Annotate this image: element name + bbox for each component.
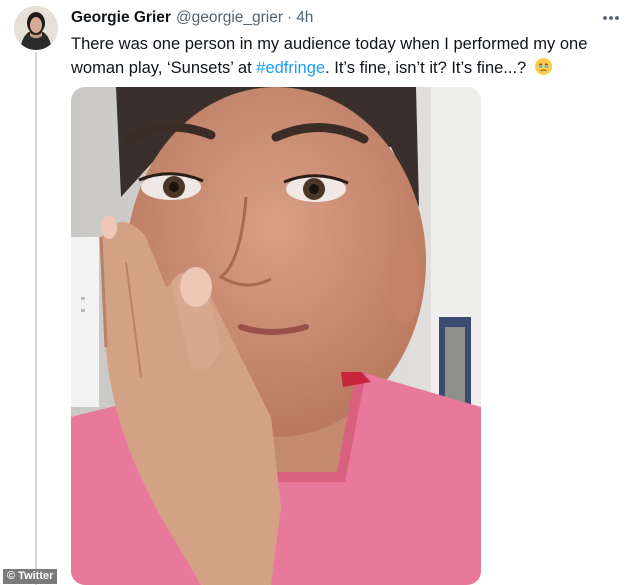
- avatar[interactable]: [14, 6, 58, 50]
- image-credit: © Twitter: [3, 569, 58, 584]
- more-options-icon: [603, 16, 619, 20]
- tweet-photo[interactable]: [71, 87, 481, 585]
- tweet-timestamp[interactable]: 4h: [296, 9, 313, 27]
- avatar-image: [14, 6, 58, 50]
- more-options-button[interactable]: [598, 8, 624, 28]
- hashtag-link[interactable]: #edfringe: [256, 59, 325, 77]
- face-holding-back-tears-emoji: [534, 57, 552, 76]
- tweet-header: Georgie Grier @georgie_grier · 4h: [71, 8, 313, 28]
- author-name[interactable]: Georgie Grier: [71, 9, 171, 27]
- thread-line: [35, 52, 37, 585]
- tweet[interactable]: Georgie Grier @georgie_grier · 4h There …: [0, 0, 634, 585]
- tweet-text: There was one person in my audience toda…: [71, 32, 611, 80]
- tweet-text-end: . It’s fine, isn’t it? It’s fine...?: [325, 59, 527, 77]
- author-handle[interactable]: @georgie_grier: [176, 9, 283, 27]
- separator-dot: ·: [287, 9, 293, 26]
- selfie-photo: [71, 87, 481, 585]
